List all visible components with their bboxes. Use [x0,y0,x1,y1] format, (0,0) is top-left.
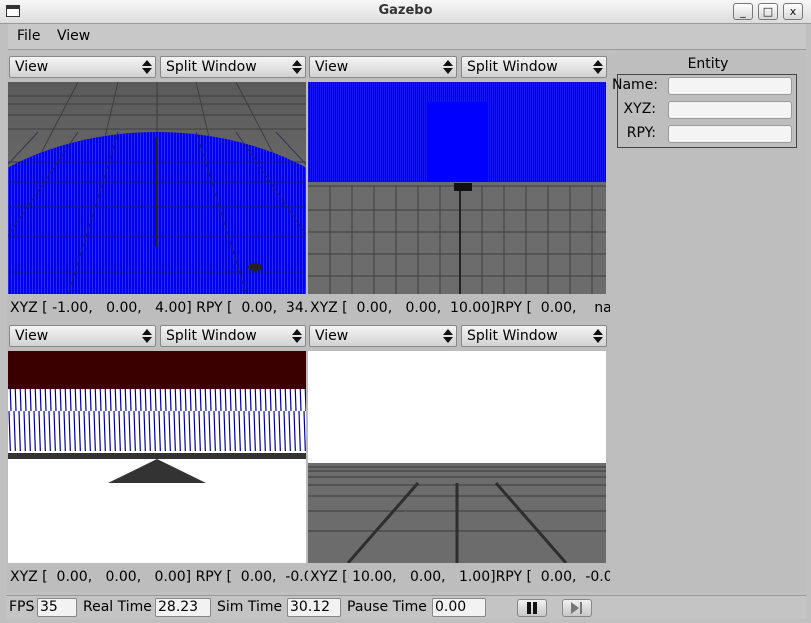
step-button[interactable] [562,599,592,617]
window-title: Gazebo [378,3,433,18]
real-time-label: Real Time [83,599,152,615]
updown-arrow-icon [142,59,152,75]
split-window-select[interactable]: Split Window [461,56,607,78]
updown-arrow-icon [443,59,453,75]
updown-arrow-icon [593,328,603,344]
fps-value: 35 [37,598,77,617]
menu-view[interactable]: View [57,28,90,44]
updown-arrow-icon [443,328,453,344]
view-select-label: View [15,328,49,344]
split-window-select[interactable]: Split Window [461,325,607,347]
entity-panel: Entity Name: XYZ: RPY: [610,54,806,592]
title-bar[interactable]: Gazebo _ □ x [0,0,811,24]
viewport-pane-bottom-right: View Split Window XYZ [ 10.00, 0.00, 1.0… [308,323,681,592]
updown-arrow-icon [292,328,302,344]
split-window-select[interactable]: Split Window [160,56,306,78]
render-view-1[interactable] [8,82,306,294]
entity-xyz-field[interactable] [668,101,792,119]
fps-label: FPS [9,599,35,615]
split-window-label: Split Window [166,328,257,344]
updown-arrow-icon [142,328,152,344]
render-view-4[interactable] [308,351,606,563]
gazebo-window: Gazebo _ □ x File View View Split Window [0,0,811,623]
view-select-label: View [315,59,349,75]
view-select[interactable]: View [9,325,156,347]
maximize-button[interactable]: □ [758,3,778,20]
entity-group: Name: XYZ: RPY: [612,74,797,148]
view-select[interactable]: View [309,56,457,78]
viewport-pane-top-left: View Split Window XYZ [-1.00, 0.00, 4.0… [7,54,331,322]
minimize-button[interactable]: _ [733,3,753,20]
step-forward-icon [571,602,582,614]
menu-bar: File View [8,24,806,50]
split-window-label: Split Window [467,328,558,344]
sim-time-label: Sim Time [217,599,283,615]
entity-name-label: Name: [612,77,659,93]
pause-time-label: Pause Time [347,599,427,615]
view-select[interactable]: View [9,56,156,78]
view-select-label: View [315,328,349,344]
entity-title: Entity [687,56,729,72]
pause-time-value: 0.00 [432,598,486,617]
pause-button[interactable] [517,599,547,617]
entity-rpy-field[interactable] [668,125,792,143]
camera-pose-readout: XYZ [ 0.00, 0.00, 10.00]RPY [ 0.00, nan,… [310,300,675,316]
updown-arrow-icon [292,59,302,75]
real-time-value: 28.23 [155,598,211,617]
camera-pose-readout: XYZ [ 10.00, 0.00, 1.00]RPY [ 0.00, -0.0… [310,569,681,585]
camera-pose-readout: XYZ [ -1.00, 0.00, 4.00] RPY [ 0.00, 34.… [10,300,331,316]
entity-rpy-label: RPY: [626,125,656,141]
viewport-pane-bottom-left: View Split Window XYZ [ 0.00, 0.00, 0.00… [7,323,313,592]
updown-arrow-icon [593,59,603,75]
pause-icon [527,602,537,614]
viewport-pane-top-right: View Split Window XYZ [ 0.00, 0.00, 10.0… [308,54,675,322]
render-view-2[interactable] [308,82,606,294]
sim-time-value: 30.12 [287,598,341,617]
split-window-select[interactable]: Split Window [160,325,306,347]
split-window-label: Split Window [166,59,257,75]
entity-xyz-label: XYZ: [623,101,656,117]
camera-pose-readout: XYZ [ 0.00, 0.00, 0.00] RPY [ 0.00, -0.0 [10,569,313,585]
view-select[interactable]: View [309,325,457,347]
menu-file[interactable]: File [17,28,40,44]
split-window-label: Split Window [467,59,558,75]
entity-name-field[interactable] [668,77,792,95]
render-view-3[interactable] [8,351,306,563]
view-select-label: View [15,59,49,75]
status-bar: FPS 35 Real Time 28.23 Sim Time 30.12 Pa… [6,595,806,619]
close-button[interactable]: x [783,3,803,20]
